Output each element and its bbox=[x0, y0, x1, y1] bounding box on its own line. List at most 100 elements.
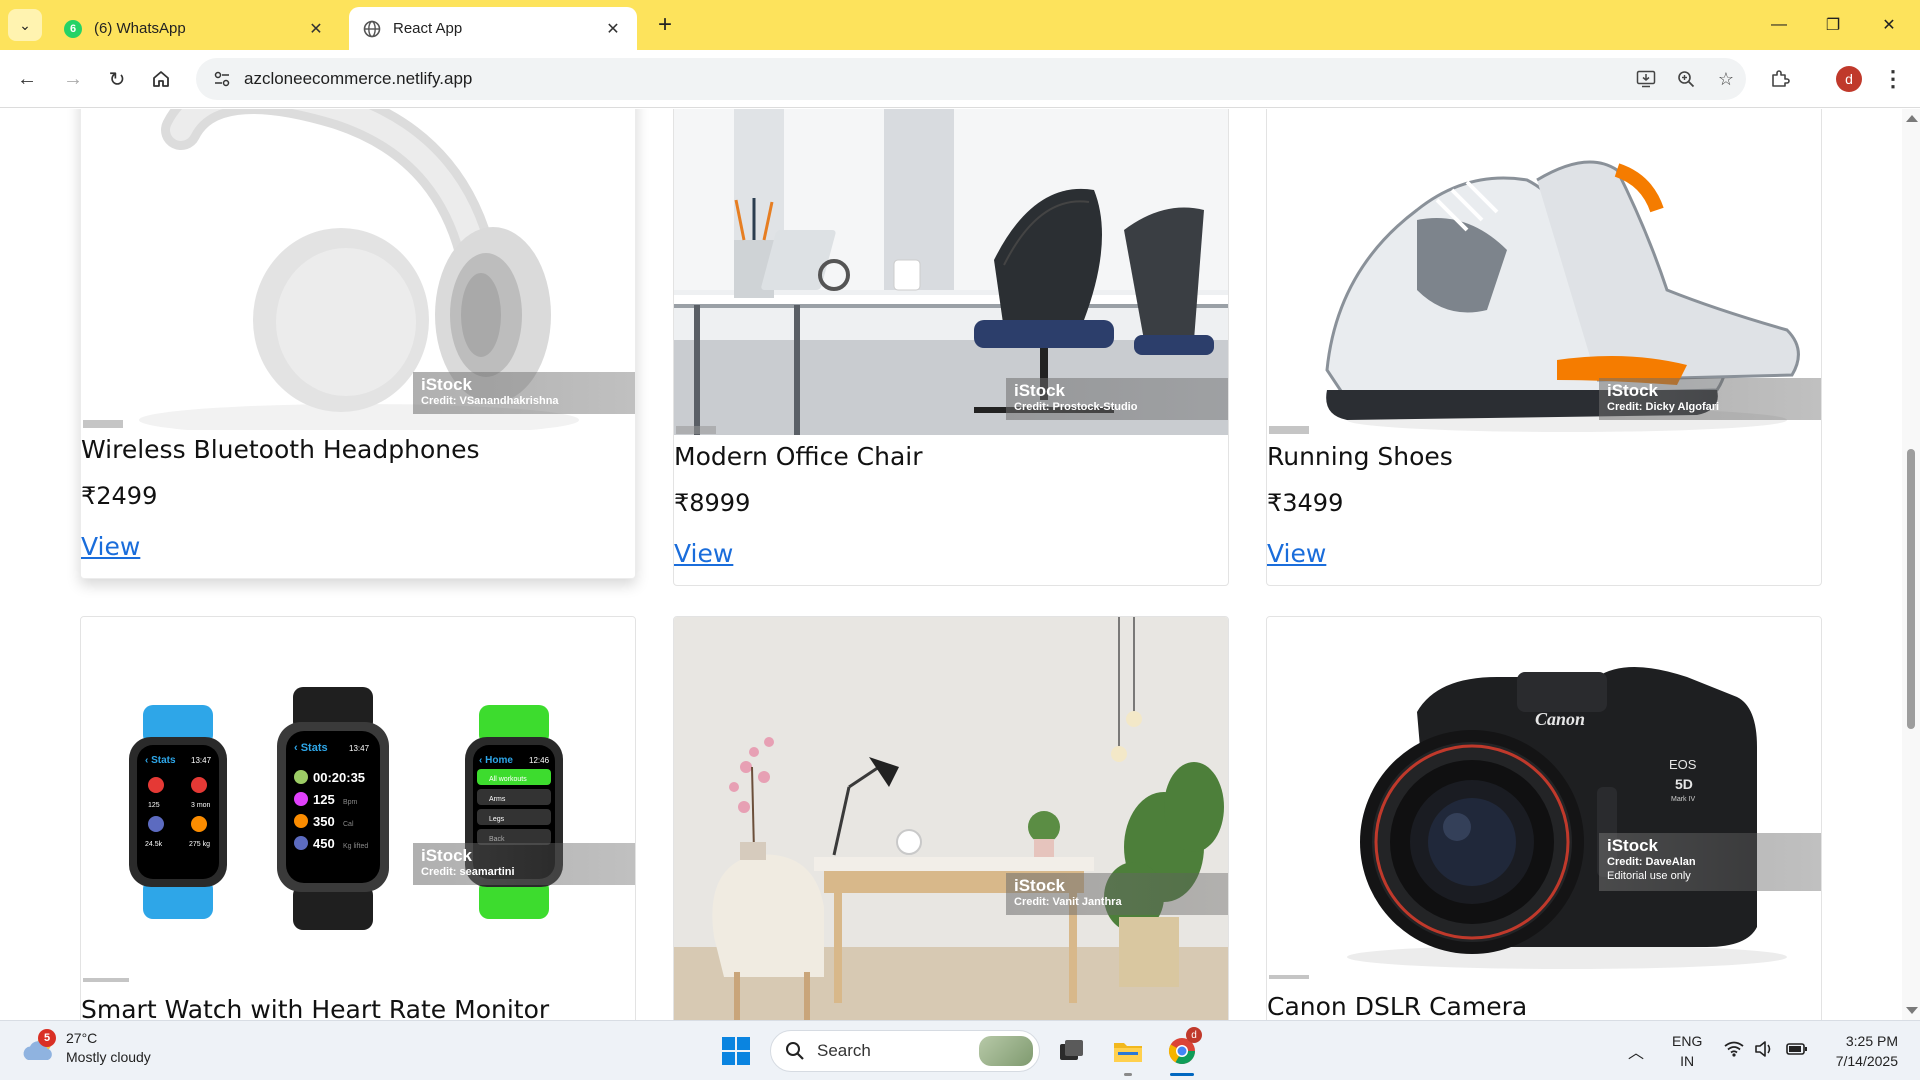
watch-screen-time: 12:46 bbox=[529, 756, 550, 765]
arrow-left-icon: ← bbox=[17, 67, 37, 90]
product-card[interactable]: ‹ Stats 13:47 125 3 mon 24.5k 275 kg ‹ S… bbox=[80, 616, 636, 1020]
globe-icon bbox=[363, 20, 381, 38]
tray-overflow-button[interactable]: ︿ bbox=[1628, 1021, 1644, 1080]
watermark-logo: iStock bbox=[1014, 876, 1066, 895]
product-name: Smart Watch with Heart Rate Monitor bbox=[81, 995, 550, 1020]
product-card[interactable]: iStock Credit: VSanandhakrishna Wireless… bbox=[80, 109, 636, 579]
product-card[interactable]: iStock Credit: Prostock-Studio Modern Of… bbox=[673, 109, 1229, 586]
wifi-icon bbox=[1724, 1041, 1744, 1062]
watermark-credit: Credit: VSanandhakrishna bbox=[421, 395, 559, 407]
home-icon bbox=[153, 71, 169, 87]
windows-logo-icon bbox=[722, 1037, 750, 1065]
watermark-editorial-note: Editorial use only bbox=[1607, 870, 1691, 882]
watch-unit: Bpm bbox=[343, 799, 358, 806]
close-icon[interactable]: ✕ bbox=[306, 19, 326, 39]
maximize-button[interactable]: ❐ bbox=[1810, 10, 1856, 40]
browser-menu-button[interactable]: ⋮ bbox=[1878, 62, 1908, 96]
puzzle-icon bbox=[1772, 70, 1790, 87]
view-link[interactable]: View bbox=[1267, 539, 1326, 568]
product-price: ₹2499 bbox=[81, 482, 158, 510]
minimize-icon: — bbox=[1771, 16, 1787, 33]
task-view-icon bbox=[1060, 1040, 1083, 1060]
search-highlight-icon bbox=[979, 1036, 1033, 1066]
input-language[interactable]: ENG IN bbox=[1672, 1031, 1702, 1071]
view-link[interactable]: View bbox=[81, 532, 140, 561]
chrome-profile-badge: d bbox=[1186, 1027, 1202, 1043]
scroll-down-icon[interactable] bbox=[1906, 1007, 1918, 1014]
volume-icon bbox=[1754, 1040, 1774, 1062]
watch-menu-item: Legs bbox=[489, 816, 505, 823]
app-active-indicator bbox=[1170, 1073, 1194, 1076]
region-code: IN bbox=[1680, 1053, 1695, 1069]
windows-taskbar: 5 27°C Mostly cloudy Search d ︿ ENG IN 3… bbox=[0, 1020, 1920, 1080]
home-button[interactable] bbox=[144, 62, 178, 96]
task-view-button[interactable] bbox=[1054, 1033, 1090, 1069]
watermark-logo: iStock bbox=[421, 375, 473, 394]
page-content: iStock Credit: VSanandhakrishna Wireless… bbox=[0, 109, 1920, 1020]
product-image[interactable]: iStock Credit: VSanandhakrishna bbox=[81, 109, 635, 430]
watch-stat: 24.5k bbox=[145, 841, 163, 848]
product-card[interactable]: Canon EOS 5D Mark IV iStock Credit: Dave… bbox=[1266, 616, 1822, 1020]
product-card[interactable]: iStock Credit: Vanit Janthra bbox=[673, 616, 1229, 1020]
watermark-credit: Credit: Dicky Algofari bbox=[1607, 401, 1720, 413]
tab-search-button[interactable]: ⌄ bbox=[8, 9, 42, 41]
forward-button[interactable]: → bbox=[56, 62, 90, 96]
new-tab-button[interactable]: + bbox=[650, 10, 680, 40]
image-id-label bbox=[83, 978, 129, 982]
watermark-logo: iStock bbox=[1014, 381, 1066, 400]
url-text[interactable]: azcloneecommerce.netlify.app bbox=[244, 69, 1626, 89]
product-name: Wireless Bluetooth Headphones bbox=[81, 435, 480, 464]
system-clock[interactable]: 3:25 PM 7/14/2025 bbox=[1820, 1031, 1898, 1071]
product-name: Running Shoes bbox=[1267, 442, 1453, 471]
view-link[interactable]: View bbox=[674, 539, 733, 568]
watch-stat: 3 mon bbox=[191, 802, 211, 809]
camera-model-label: EOS bbox=[1669, 757, 1697, 772]
camera-model-label: 5D bbox=[1675, 776, 1693, 792]
watermark-logo: iStock bbox=[421, 846, 473, 865]
watch-unit: Cal bbox=[343, 821, 354, 828]
scroll-up-icon[interactable] bbox=[1906, 115, 1918, 122]
cloud-icon: 5 bbox=[20, 1029, 58, 1063]
bookmark-button[interactable]: ☆ bbox=[1706, 62, 1746, 96]
extensions-button[interactable] bbox=[1762, 62, 1798, 96]
address-bar[interactable]: azcloneecommerce.netlify.app ☆ bbox=[196, 58, 1746, 100]
zoom-icon bbox=[1678, 71, 1695, 88]
istock-watermark: iStock Credit: seamartini bbox=[413, 843, 635, 885]
page-scrollbar[interactable] bbox=[1902, 109, 1920, 1020]
minimize-button[interactable]: — bbox=[1756, 10, 1802, 40]
product-image[interactable]: iStock Credit: Prostock-Studio bbox=[674, 109, 1228, 435]
product-image[interactable]: iStock Credit: Dicky Algofari bbox=[1267, 109, 1821, 435]
watch-screen-title: ‹ Home bbox=[479, 755, 513, 766]
watch-stat: 125 bbox=[148, 802, 160, 809]
profile-avatar[interactable]: d bbox=[1836, 66, 1862, 92]
watermark-logo: iStock bbox=[1607, 836, 1659, 855]
taskbar-search[interactable]: Search bbox=[770, 1030, 1040, 1072]
quick-settings[interactable] bbox=[1724, 1021, 1808, 1080]
clock-time: 3:25 PM bbox=[1845, 1033, 1898, 1049]
start-button[interactable] bbox=[720, 1035, 752, 1067]
arrow-right-icon: → bbox=[63, 67, 83, 90]
weather-widget[interactable]: 5 27°C Mostly cloudy bbox=[20, 1029, 151, 1067]
tab-title: React App bbox=[393, 20, 463, 37]
close-icon: ✕ bbox=[1882, 17, 1896, 34]
watch-unit: Kg lifted bbox=[343, 843, 368, 850]
site-info-button[interactable] bbox=[204, 70, 240, 88]
zoom-button[interactable] bbox=[1666, 62, 1706, 96]
tab-react-app[interactable]: React App ✕ bbox=[349, 7, 637, 50]
watch-row: 00:20:35 bbox=[313, 770, 365, 785]
product-image[interactable]: Canon EOS 5D Mark IV iStock Credit: Dave… bbox=[1267, 617, 1821, 979]
product-image[interactable]: ‹ Stats 13:47 125 3 mon 24.5k 275 kg ‹ S… bbox=[81, 617, 635, 982]
scroll-thumb[interactable] bbox=[1907, 449, 1915, 729]
desk-room-image bbox=[674, 617, 1228, 1020]
reload-icon: ↻ bbox=[108, 68, 126, 91]
back-button[interactable]: ← bbox=[10, 62, 44, 96]
file-explorer-button[interactable] bbox=[1110, 1033, 1146, 1069]
install-app-button[interactable] bbox=[1626, 62, 1666, 96]
reload-button[interactable]: ↻ bbox=[100, 62, 134, 96]
close-window-button[interactable]: ✕ bbox=[1866, 10, 1912, 40]
close-icon[interactable]: ✕ bbox=[603, 19, 623, 39]
product-card[interactable]: iStock Credit: Dicky Algofari Running Sh… bbox=[1266, 109, 1822, 586]
chrome-taskbar-button[interactable]: d bbox=[1164, 1027, 1202, 1069]
tab-whatsapp[interactable]: 6 (6) WhatsApp ✕ bbox=[50, 7, 340, 50]
product-image[interactable]: iStock Credit: Vanit Janthra bbox=[674, 617, 1228, 1020]
